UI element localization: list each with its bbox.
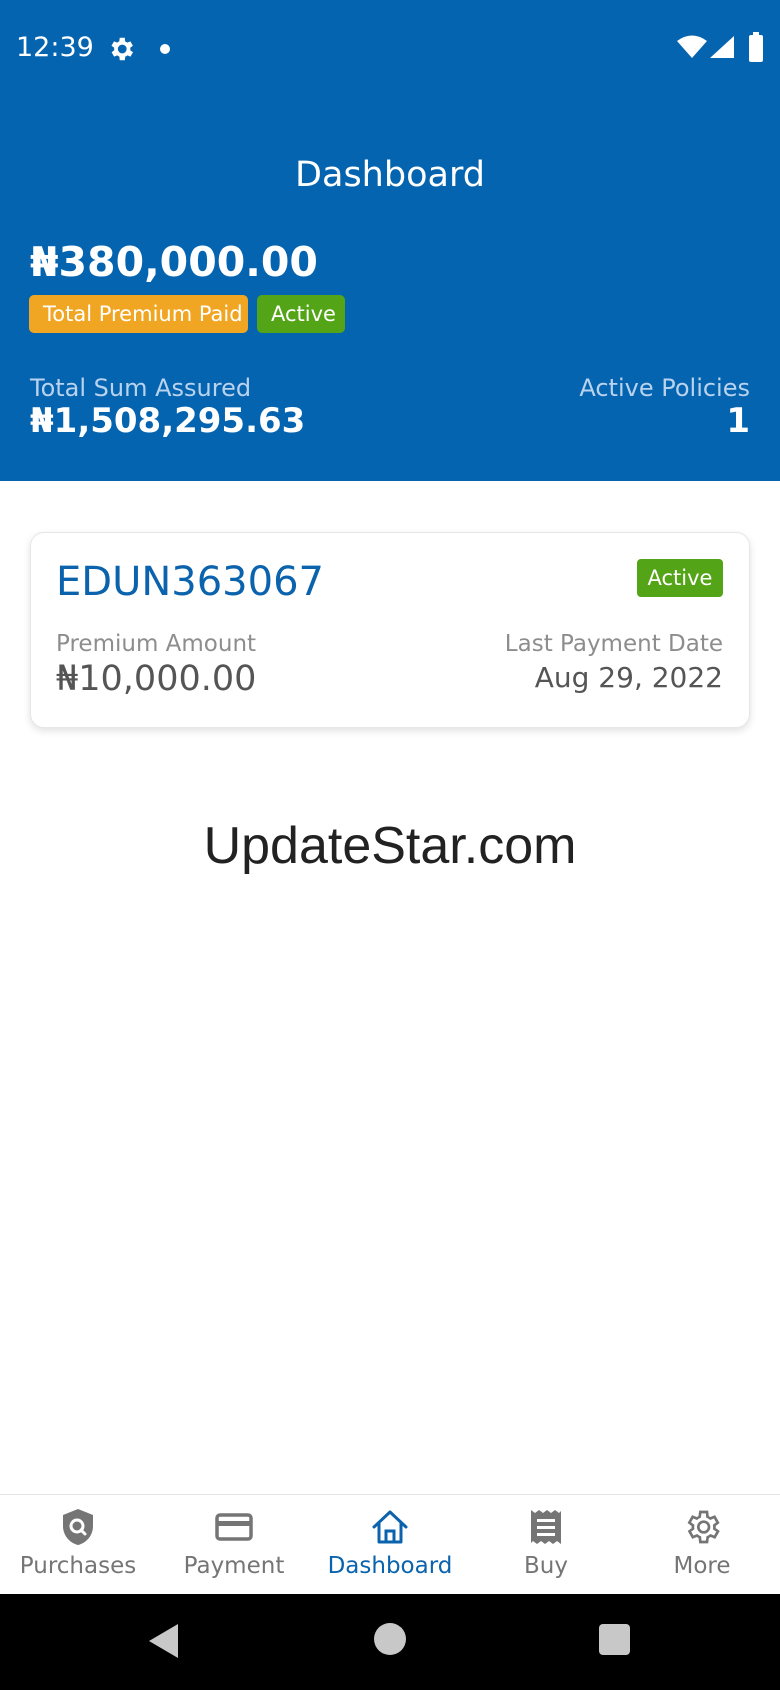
premium-amount-label: Premium Amount <box>56 631 257 657</box>
bottom-nav: Purchases Payment Dashboard Buy More <box>0 1494 780 1594</box>
total-premium-amount: ₦380,000.00 <box>30 238 318 286</box>
nav-label-more: More <box>673 1553 731 1579</box>
nav-item-buy[interactable]: Buy <box>468 1495 624 1594</box>
nav-item-purchases[interactable]: Purchases <box>0 1495 156 1594</box>
receipt-icon <box>531 1510 561 1544</box>
system-nav-bar <box>0 1594 780 1690</box>
policy-card[interactable]: EDUN363067 Active Premium Amount ₦10,000… <box>30 532 750 728</box>
nav-label-payment: Payment <box>183 1553 285 1579</box>
dashboard-header: 12:39 Dashboard ₦380,000.00 Total Premiu… <box>0 0 780 481</box>
home-icon <box>372 1510 408 1544</box>
gear-icon <box>687 1510 720 1544</box>
gear-icon <box>111 37 133 61</box>
status-bar: 12:39 <box>0 0 780 100</box>
active-policies-label: Active Policies <box>579 374 750 402</box>
last-payment-date-label: Last Payment Date <box>504 631 723 657</box>
home-button[interactable] <box>374 1623 406 1655</box>
nav-item-dashboard[interactable]: Dashboard <box>312 1495 468 1594</box>
policy-number: EDUN363067 <box>56 559 324 605</box>
sum-assured-label: Total Sum Assured <box>30 374 252 402</box>
nav-label-buy: Buy <box>524 1553 568 1579</box>
active-policies-value: 1 <box>726 401 750 441</box>
nav-item-more[interactable]: More <box>624 1495 780 1594</box>
credit-card-icon <box>215 1513 253 1541</box>
sum-assured-value: ₦1,508,295.63 <box>30 401 306 441</box>
notification-dot-icon <box>160 44 170 54</box>
nav-label-dashboard: Dashboard <box>327 1553 453 1579</box>
signal-icon <box>710 36 734 58</box>
page-title: Dashboard <box>295 155 485 195</box>
nav-label-purchases: Purchases <box>19 1553 137 1579</box>
status-badge: Active <box>257 295 345 333</box>
watermark: UpdateStar.com <box>203 817 577 875</box>
policy-status-badge: Active <box>637 559 723 597</box>
nav-item-payment[interactable]: Payment <box>156 1495 312 1594</box>
status-time: 12:39 <box>16 32 94 63</box>
recent-apps-button[interactable] <box>599 1624 630 1655</box>
wifi-icon <box>677 35 707 58</box>
last-payment-date-value: Aug 29, 2022 <box>534 661 723 694</box>
back-icon[interactable] <box>146 1622 180 1660</box>
shield-search-icon <box>63 1509 93 1545</box>
premium-amount-value: ₦10,000.00 <box>56 659 257 699</box>
battery-icon <box>749 32 763 62</box>
total-premium-paid-badge: Total Premium Paid <box>29 295 248 333</box>
